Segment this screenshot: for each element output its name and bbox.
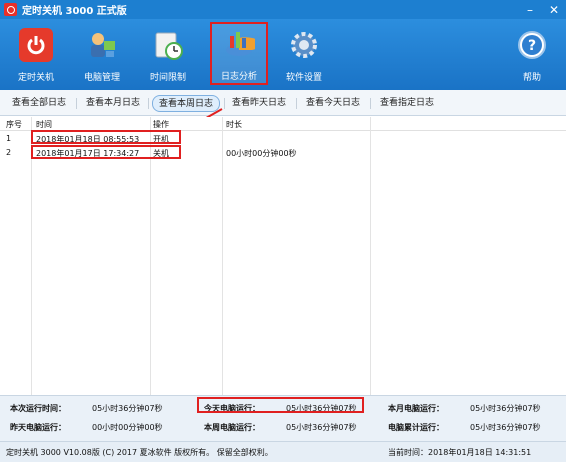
month-value: 05小时36分钟07秒 (470, 404, 541, 413)
row-no: 2 (6, 148, 12, 157)
week-value: 05小时36分钟07秒 (286, 423, 357, 432)
this-run-value: 05小时36分钟07秒 (92, 404, 163, 413)
table-header: 序号 时间 操作 时长 (0, 117, 566, 131)
tab-all-logs[interactable]: 查看全部日志 (8, 95, 70, 112)
tab-custom-logs[interactable]: 查看指定日志 (376, 95, 438, 112)
toolbar-log-analysis-label: 日志分析 (220, 72, 257, 82)
power-icon (19, 28, 53, 62)
row-duration: 00小时00分钟00秒 (226, 149, 297, 158)
chart-icon (222, 27, 256, 61)
app-power-icon (4, 3, 17, 16)
toolbar-time-limit[interactable]: 时间限制 (138, 25, 198, 85)
month-label: 本月电脑运行： (388, 404, 444, 413)
toolbar-computer-manage-label: 电脑管理 (83, 73, 120, 83)
clock-icon (151, 28, 185, 62)
minimize-button[interactable]: – (518, 0, 542, 19)
log-table: 序号 时间 操作 时长 1 2018年01月18日 08:55:53 开机 2 … (0, 117, 566, 395)
toolbar-help-label: 帮助 (522, 73, 541, 83)
toolbar-time-limit-label: 时间限制 (149, 73, 186, 83)
total-value: 05小时36分钟07秒 (470, 423, 541, 432)
computer-manage-icon (85, 28, 119, 62)
total-label: 电脑累计运行： (388, 423, 444, 432)
col-header-no: 序号 (6, 120, 22, 129)
help-icon: ? (515, 28, 549, 62)
toolbar-settings-label: 软件设置 (285, 73, 322, 83)
toolbar-help[interactable]: ? 帮助 (502, 25, 562, 85)
col-header-time: 时间 (36, 120, 52, 129)
toolbar-settings[interactable]: 软件设置 (274, 25, 334, 85)
tab-yesterday-logs[interactable]: 查看昨天日志 (228, 95, 290, 112)
week-label: 本周电脑运行： (204, 423, 260, 432)
toolbar-computer-manage[interactable]: 电脑管理 (72, 25, 132, 85)
svg-text:?: ? (528, 38, 536, 54)
toolbar-shutdown[interactable]: 定时关机 (6, 25, 66, 85)
tab-today-logs[interactable]: 查看今天日志 (302, 95, 364, 112)
highlight-box-today (197, 397, 364, 413)
this-run-label: 本次运行时间： (10, 404, 66, 413)
copyright-text: 定时关机 3000 V10.08版 (C) 2017 夏冰软件 版权所有。 保留… (6, 448, 273, 457)
current-time: 当前时间：2018年01月18日 14:31:51 (388, 448, 532, 457)
toolbar-shutdown-label: 定时关机 (17, 73, 54, 83)
col-header-action: 操作 (153, 120, 169, 129)
log-tabs: 查看全部日志 查看本月日志 查看本周日志 查看昨天日志 查看今天日志 查看指定日… (0, 90, 566, 116)
status-bar: 定时关机 3000 V10.08版 (C) 2017 夏冰软件 版权所有。 保留… (0, 441, 566, 462)
main-toolbar: 定时关机 电脑管理 时间限制 日志分析 软件设置 ? 帮助 (0, 19, 566, 90)
tab-month-logs[interactable]: 查看本月日志 (82, 95, 144, 112)
yesterday-value: 00小时00分钟00秒 (92, 423, 163, 432)
toolbar-log-analysis[interactable]: 日志分析 (210, 22, 268, 85)
col-header-duration: 时长 (226, 120, 242, 129)
close-button[interactable]: ✕ (542, 0, 566, 19)
gear-icon (287, 28, 321, 62)
row-no: 1 (6, 134, 12, 143)
highlight-box-row1 (31, 130, 181, 144)
yesterday-label: 昨天电脑运行： (10, 423, 66, 432)
highlight-box-row2 (31, 145, 181, 159)
window-title: 定时关机 3000 正式版 (22, 6, 127, 17)
title-bar: 定时关机 3000 正式版 – ✕ (0, 0, 566, 19)
